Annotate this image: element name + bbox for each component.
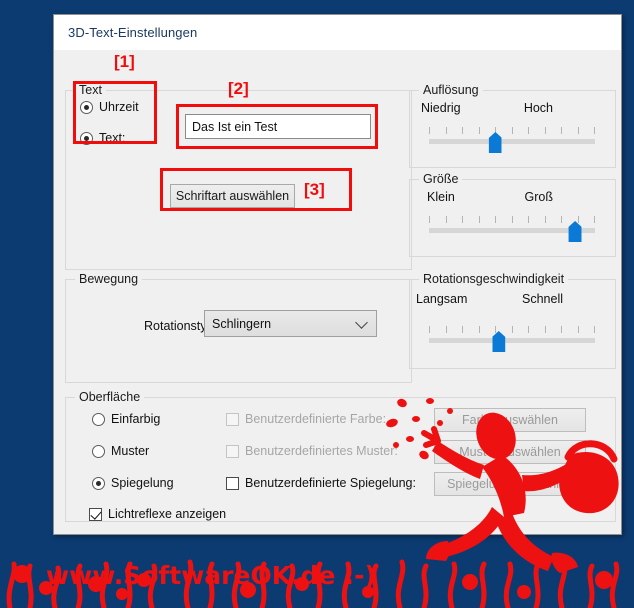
- checkbox-custom-reflection-indicator: [226, 476, 239, 490]
- annotation-label-1: [1]: [114, 52, 135, 71]
- checkbox-custom-pattern: Benutzerdefiniertes Muster:: [226, 444, 398, 458]
- groesse-max-label: Groß: [524, 190, 553, 204]
- checkbox-custom-pattern-indicator: [226, 444, 239, 458]
- window-title: 3D-Text-Einstellungen: [68, 25, 198, 40]
- rotationstyp-value: Schlingern: [212, 316, 272, 331]
- checkbox-custom-color-label: Benutzerdefinierte Farbe:: [245, 412, 387, 426]
- checkbox-custom-color-indicator: [226, 412, 239, 426]
- radio-uhrzeit-label: Uhrzeit: [99, 100, 139, 114]
- radio-spiegelung[interactable]: Spiegelung: [92, 476, 174, 490]
- aufloesung-slider-track[interactable]: [429, 139, 595, 144]
- running-painter-figure: [386, 398, 619, 573]
- rotationsgeschwindigkeit-slider-track[interactable]: [429, 338, 595, 343]
- rotationsgeschwindigkeit-max-label: Schnell: [522, 292, 563, 306]
- group-groesse-legend: Größe: [419, 172, 463, 186]
- rotationstyp-select[interactable]: Schlingern: [204, 310, 377, 337]
- radio-spiegelung-indicator: [92, 476, 105, 490]
- checkbox-lichtreflexe[interactable]: Lichtreflexe anzeigen: [89, 507, 226, 521]
- radio-text-label: Text:: [99, 131, 126, 145]
- checkbox-custom-color: Benutzerdefinierte Farbe:: [226, 412, 386, 426]
- groesse-slider[interactable]: [429, 216, 595, 242]
- radio-muster[interactable]: Muster: [92, 444, 149, 458]
- group-rotationsgeschwindigkeit-legend: Rotationsgeschwindigkeit: [419, 272, 569, 286]
- radio-muster-label: Muster: [111, 444, 150, 458]
- radio-uhrzeit[interactable]: Uhrzeit: [80, 100, 139, 114]
- rotationsgeschwindigkeit-slider-ticks: [429, 326, 595, 333]
- text-input[interactable]: Das Ist ein Test: [185, 114, 371, 139]
- radio-einfarbig-label: Einfarbig: [111, 412, 161, 426]
- radio-einfarbig[interactable]: Einfarbig: [92, 412, 160, 426]
- select-font-button-label: Schriftart auswählen: [175, 189, 290, 203]
- radio-text[interactable]: Text:: [80, 131, 125, 145]
- aufloesung-slider-thumb[interactable]: [488, 132, 502, 153]
- radio-einfarbig-indicator: [92, 412, 105, 426]
- checkbox-lichtreflexe-indicator: [89, 507, 102, 521]
- rotationsgeschwindigkeit-min-label: Langsam: [416, 292, 468, 306]
- text-input-value: Das Ist ein Test: [192, 119, 278, 134]
- aufloesung-max-label: Hoch: [523, 101, 553, 115]
- radio-muster-indicator: [92, 444, 105, 458]
- checkbox-custom-pattern-label: Benutzerdefiniertes Muster:: [245, 444, 398, 458]
- group-bewegung-legend: Bewegung: [75, 272, 143, 286]
- radio-spiegelung-label: Spiegelung: [111, 476, 174, 490]
- select-font-button[interactable]: Schriftart auswählen: [170, 184, 295, 208]
- checkbox-lichtreflexe-label: Lichtreflexe anzeigen: [108, 507, 227, 521]
- group-aufloesung-legend: Auflösung: [419, 83, 483, 97]
- rotationsgeschwindigkeit-slider[interactable]: [429, 326, 595, 352]
- group-oberflaeche-legend: Oberfläche: [75, 390, 145, 404]
- aufloesung-min-label: Niedrig: [421, 101, 461, 115]
- groesse-min-label: Klein: [427, 190, 455, 204]
- groesse-slider-ticks: [429, 216, 595, 223]
- chevron-down-icon: [355, 315, 368, 329]
- aufloesung-slider-ticks: [429, 127, 595, 134]
- rotationsgeschwindigkeit-slider-thumb[interactable]: [492, 331, 506, 352]
- radio-uhrzeit-indicator: [80, 100, 93, 114]
- annotation-label-3: [3]: [304, 180, 325, 199]
- aufloesung-slider[interactable]: [429, 127, 595, 153]
- radio-text-indicator: [80, 131, 93, 145]
- title-bar: 3D-Text-Einstellungen: [54, 15, 621, 51]
- groesse-slider-thumb[interactable]: [568, 221, 582, 242]
- group-text-legend: Text: [75, 83, 106, 97]
- annotation-label-2: [2]: [228, 79, 249, 98]
